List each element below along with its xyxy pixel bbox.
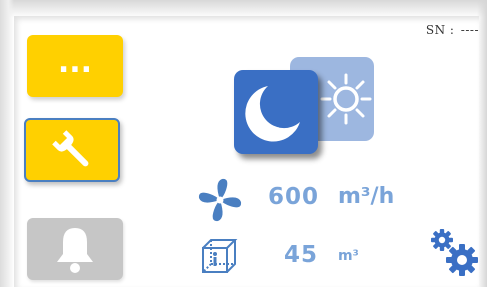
wrench-icon — [52, 130, 89, 167]
bezel-left — [0, 0, 14, 287]
airflow-value: 600 — [268, 184, 320, 210]
menu-button[interactable]: ... — [27, 35, 123, 97]
fan-icon — [198, 178, 242, 222]
menu-button-label: ... — [57, 45, 93, 80]
serial-label: SN : — [425, 23, 455, 37]
volume-value: 45 — [284, 242, 319, 268]
settings-button[interactable] — [24, 118, 120, 182]
volume-unit: m³ — [338, 248, 359, 264]
serial-number: SN : ---- — [424, 23, 479, 37]
alarm-button[interactable] — [27, 218, 123, 280]
room-volume-icon — [202, 239, 238, 273]
gears-icon[interactable] — [428, 226, 480, 278]
bell-icon — [57, 228, 93, 273]
device-screen: SN : ---- ... 600 m³/h 45 m³ — [0, 0, 487, 287]
serial-value: ---- — [460, 23, 479, 37]
night-mode-button[interactable] — [234, 70, 318, 154]
moon-icon — [245, 86, 300, 142]
airflow-unit: m³/h — [338, 184, 395, 209]
